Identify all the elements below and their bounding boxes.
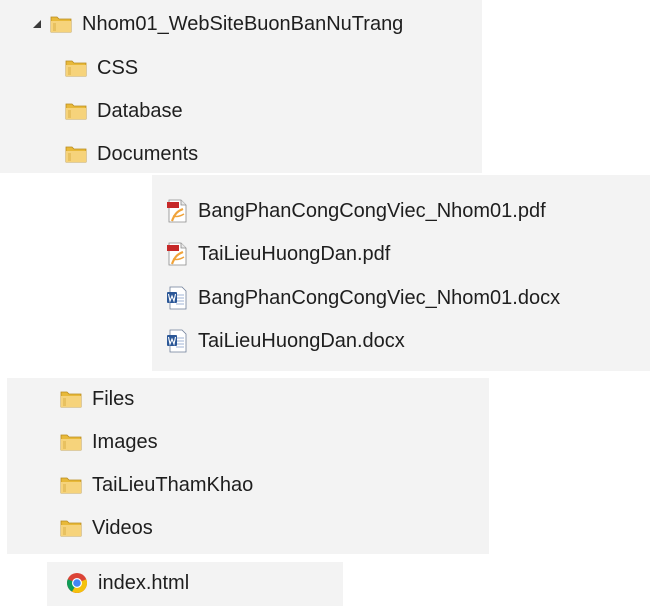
tree-item-file-pdf[interactable]: BangPhanCongCongViec_Nhom01.pdf (166, 198, 546, 224)
tree-item-file-index-html[interactable]: index.html (66, 570, 189, 596)
tree-item-folder-tailieuthamkhao[interactable]: TaiLieuThamKhao (60, 472, 253, 498)
folder-label: Images (92, 431, 158, 453)
folder-icon (60, 389, 82, 409)
folder-icon (65, 58, 87, 78)
file-label: BangPhanCongCongViec_Nhom01.docx (198, 287, 561, 309)
tree-item-folder-videos[interactable]: Videos (60, 515, 153, 541)
tree-item-folder-css[interactable]: CSS (65, 55, 138, 81)
folder-label: TaiLieuThamKhao (92, 474, 254, 496)
word-icon (166, 329, 188, 353)
expand-arrow-icon[interactable] (30, 17, 44, 31)
folder-label: Documents (97, 143, 199, 165)
tree-item-folder-images[interactable]: Images (60, 429, 158, 455)
folder-icon (60, 432, 82, 452)
chrome-icon (66, 572, 88, 594)
folder-icon (65, 144, 87, 164)
pdf-icon (166, 199, 188, 223)
tree-item-folder-documents[interactable]: Documents (65, 141, 198, 167)
tree-item-file-pdf[interactable]: TaiLieuHuongDan.pdf (166, 241, 390, 267)
folder-label: Videos (92, 517, 153, 539)
folder-label: Files (92, 388, 135, 410)
tree-item-file-docx[interactable]: TaiLieuHuongDan.docx (166, 328, 405, 354)
folder-icon (60, 518, 82, 538)
folder-icon (60, 475, 82, 495)
pdf-icon (166, 242, 188, 266)
folder-label: Database (97, 100, 183, 122)
word-icon (166, 286, 188, 310)
tree-item-file-docx[interactable]: BangPhanCongCongViec_Nhom01.docx (166, 285, 560, 311)
tree-item-folder-files[interactable]: Files (60, 386, 134, 412)
file-label: BangPhanCongCongViec_Nhom01.pdf (198, 200, 546, 222)
folder-icon (50, 14, 72, 34)
tree-item-root-folder[interactable]: Nhom01_WebSiteBuonBanNuTrang (30, 11, 403, 37)
folder-label: CSS (97, 57, 139, 79)
file-label: TaiLieuHuongDan.docx (198, 330, 405, 352)
file-label: index.html (98, 572, 190, 594)
file-label: TaiLieuHuongDan.pdf (198, 243, 391, 265)
folder-icon (65, 101, 87, 121)
root-folder-label: Nhom01_WebSiteBuonBanNuTrang (82, 13, 404, 35)
tree-item-folder-database[interactable]: Database (65, 98, 183, 124)
